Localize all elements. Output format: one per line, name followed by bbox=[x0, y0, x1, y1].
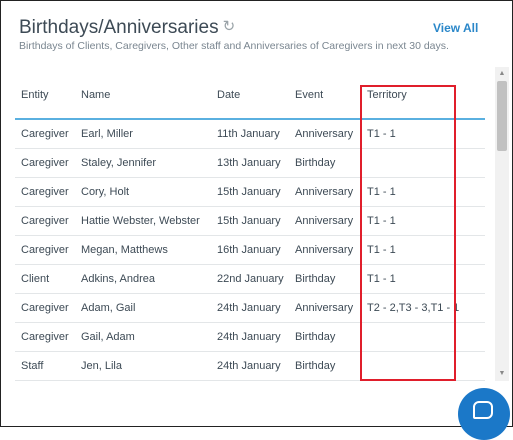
table-header-row: Entity Name Date Event Territory bbox=[15, 71, 485, 120]
cell-territory: T2 - 2,T3 - 3,T1 - 1 bbox=[361, 293, 485, 323]
cell-entity: Caregiver bbox=[15, 206, 75, 236]
column-header-territory[interactable]: Territory bbox=[361, 71, 485, 120]
column-header-entity[interactable]: Entity bbox=[15, 71, 75, 120]
cell-territory bbox=[361, 148, 485, 178]
cell-entity: Caregiver bbox=[15, 148, 75, 178]
cell-date: 11th January bbox=[211, 119, 289, 149]
column-header-event[interactable]: Event bbox=[289, 71, 361, 120]
cell-date: 22nd January bbox=[211, 264, 289, 294]
cell-name: Cory, Holt bbox=[75, 177, 211, 207]
widget-subtitle: Birthdays of Clients, Caregivers, Other … bbox=[19, 40, 449, 52]
table-row[interactable]: Caregiver Earl, Miller 11th January Anniver… bbox=[15, 119, 485, 149]
cell-date: 15th January bbox=[211, 206, 289, 236]
table-container: Entity Name Date Event Territory Caregiv… bbox=[15, 71, 485, 381]
birthdays-table: Entity Name Date Event Territory Caregiv… bbox=[15, 71, 485, 381]
refresh-icon[interactable]: ↻ bbox=[223, 17, 236, 35]
cell-name: Jen, Lila bbox=[75, 351, 211, 381]
widget-title: Birthdays/Anniversaries bbox=[19, 17, 219, 38]
cell-date: 24th January bbox=[211, 351, 289, 381]
table-row[interactable]: Client Adkins, Andrea 22nd January Birthday… bbox=[15, 264, 485, 294]
cell-date: 24th January bbox=[211, 322, 289, 352]
table-row[interactable]: Caregiver Staley, Jennifer 13th January Bir… bbox=[15, 148, 485, 178]
cell-entity: Client bbox=[15, 264, 75, 294]
chat-button[interactable] bbox=[458, 388, 510, 440]
table-row[interactable]: Caregiver Adam, Gail 24th January Anniversa… bbox=[15, 293, 485, 323]
column-header-name[interactable]: Name bbox=[75, 71, 211, 120]
cell-territory: T1 - 1 bbox=[361, 177, 485, 207]
cell-territory bbox=[361, 351, 485, 381]
cell-event: Birthday bbox=[289, 148, 361, 178]
cell-date: 15th January bbox=[211, 177, 289, 207]
cell-name: Adam, Gail bbox=[75, 293, 211, 323]
table-row[interactable]: Caregiver Gail, Adam 24th January Birthday bbox=[15, 322, 485, 352]
cell-name: Hattie Webster, Webster bbox=[75, 206, 211, 236]
cell-event: Anniversary bbox=[289, 206, 361, 236]
cell-date: 16th January bbox=[211, 235, 289, 265]
cell-entity: Caregiver bbox=[15, 119, 75, 149]
cell-name: Adkins, Andrea bbox=[75, 264, 211, 294]
cell-entity: Caregiver bbox=[15, 235, 75, 265]
scroll-down-arrow-icon[interactable]: ▼ bbox=[495, 369, 509, 379]
scrollbar-thumb[interactable] bbox=[497, 81, 507, 151]
scroll-up-arrow-icon[interactable]: ▲ bbox=[495, 69, 509, 79]
widget-header: Birthdays/Anniversaries ↻ Birthdays of Cl… bbox=[19, 17, 482, 52]
table-body: Caregiver Earl, Miller 11th January Anniver… bbox=[15, 119, 485, 381]
cell-name: Megan, Matthews bbox=[75, 235, 211, 265]
table-row[interactable]: Caregiver Megan, Matthews 16th January Anni… bbox=[15, 235, 485, 265]
column-header-date[interactable]: Date bbox=[211, 71, 289, 120]
cell-entity: Staff bbox=[15, 351, 75, 381]
cell-entity: Caregiver bbox=[15, 322, 75, 352]
cell-name: Earl, Miller bbox=[75, 119, 211, 149]
cell-date: 13th January bbox=[211, 148, 289, 178]
cell-territory: T1 - 1 bbox=[361, 264, 485, 294]
cell-event: Anniversary bbox=[289, 177, 361, 207]
cell-entity: Caregiver bbox=[15, 177, 75, 207]
table-row[interactable]: Staff Jen, Lila 24th January Birthday bbox=[15, 351, 485, 381]
cell-territory: T1 - 1 bbox=[361, 206, 485, 236]
chat-icon bbox=[473, 401, 493, 419]
cell-event: Anniversary bbox=[289, 293, 361, 323]
cell-entity: Caregiver bbox=[15, 293, 75, 323]
cell-territory: T1 - 1 bbox=[361, 119, 485, 149]
cell-event: Birthday bbox=[289, 322, 361, 352]
view-all-link[interactable]: View All bbox=[433, 21, 478, 35]
vertical-scrollbar[interactable]: ▲ ▼ bbox=[495, 67, 509, 381]
cell-name: Gail, Adam bbox=[75, 322, 211, 352]
table-row[interactable]: Caregiver Hattie Webster, Webster 15th Jan… bbox=[15, 206, 485, 236]
cell-territory bbox=[361, 322, 485, 352]
cell-territory: T1 - 1 bbox=[361, 235, 485, 265]
cell-name: Staley, Jennifer bbox=[75, 148, 211, 178]
cell-event: Anniversary bbox=[289, 235, 361, 265]
widget-panel: Birthdays/Anniversaries ↻ Birthdays of Cl… bbox=[0, 0, 513, 427]
cell-date: 24th January bbox=[211, 293, 289, 323]
table-row[interactable]: Caregiver Cory, Holt 15th January Anniversa… bbox=[15, 177, 485, 207]
cell-event: Birthday bbox=[289, 351, 361, 381]
cell-event: Anniversary bbox=[289, 119, 361, 149]
cell-event: Birthday bbox=[289, 264, 361, 294]
